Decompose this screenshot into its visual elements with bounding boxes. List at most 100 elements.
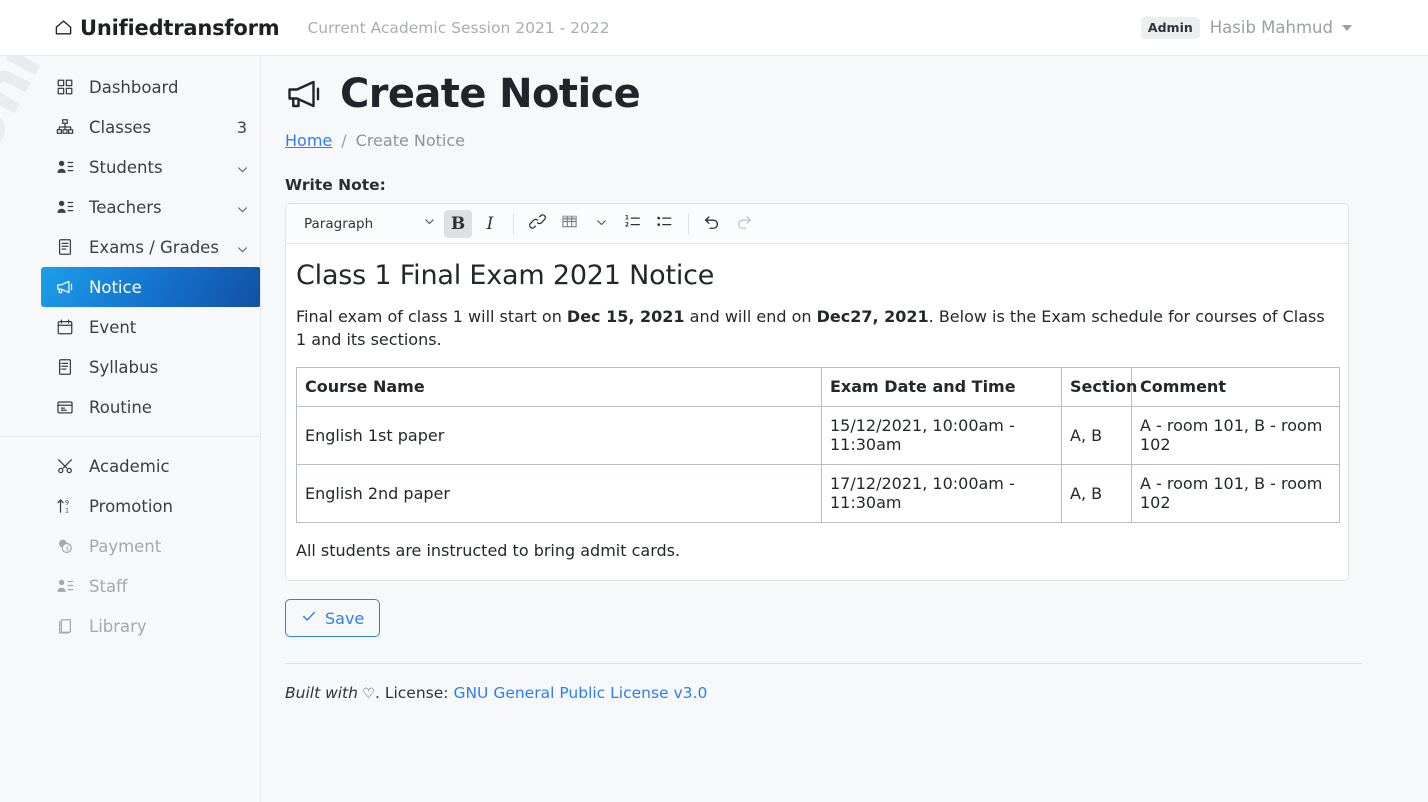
sidebar-item-students[interactable]: Students [41,147,260,187]
sidebar-nav-list: Dashboard Classes 3 Students Teachers Exams /… [0,56,260,646]
undo-icon [703,213,721,234]
sidebar-item-library[interactable]: Library [41,606,260,646]
table-cell: A, B [1061,464,1132,524]
redo-icon [735,213,753,234]
table-header-row: Course Name Exam Date and Time Section Comm… [296,367,1340,408]
coins-icon: $ [55,536,75,556]
sidebar: Unifiedtransform DashboardClasses3Studen… [0,56,261,802]
bold-button[interactable]: B [444,209,472,238]
navbar-right: Admin Hasib Mahmud [1140,16,1352,39]
table-header-cell: Course Name [296,367,822,408]
table-cell: A, B [1061,406,1132,466]
chevron-down-icon [595,214,608,233]
bullet-list-button[interactable] [651,210,679,238]
table-cell: English 1st paper [296,406,822,466]
note-title: Class 1 Final Exam 2021 Notice [296,260,715,291]
megaphone-icon [55,277,75,297]
sidebar-item-classes[interactable]: Classes 3 [41,107,260,147]
list-doc-icon [55,357,75,377]
block-format-label: Paragraph [304,215,374,232]
note-intro-paragraph: Final exam of class 1 will start on Dec … [296,305,1330,351]
sitemap-icon [55,117,75,137]
home-icon [54,18,73,37]
breadcrumb-current: Create Notice [355,131,466,150]
breadcrumb-home-link[interactable]: Home [285,131,332,150]
sidebar-item-staff[interactable]: Staff [41,566,260,606]
ordered-list-icon: 1 2 [624,213,642,234]
main-content: Create Notice Home / Create Notice Write… [261,56,1428,802]
ordered-list-button[interactable]: 1 2 [619,210,647,238]
link-button[interactable] [523,210,551,238]
users-icon [55,197,75,217]
block-format-select[interactable]: Paragraph [294,210,442,238]
link-icon [528,213,546,234]
table-body: English 1st paper 15/12/2021, 10:00am - 1… [296,406,1340,524]
table-row: English 2nd paper 17/12/2021, 10:00am - 1… [296,464,1340,524]
editor-toolbar: Paragraph B I 1 2 [286,204,1348,244]
toolbar-divider [688,212,689,235]
calendar-icon [55,317,75,337]
sidebar-divider [0,436,260,437]
note-start-date: Dec 15, 2021 [566,307,685,326]
write-note-label: Write Note: [285,176,386,194]
user-name-label: Hasib Mahmud [1209,18,1333,37]
heart-icon: ♡ [357,686,375,703]
italic-button[interactable]: I [476,210,504,238]
sidebar-item-dashboard[interactable]: Dashboard [41,67,260,107]
chevron-down-icon[interactable] [236,241,249,254]
sidebar-item-notice[interactable]: Notice [41,267,260,307]
brand-link[interactable]: Unifiedtransform [54,15,280,40]
license-link[interactable]: GNU General Public License v3.0 [453,684,707,702]
table-header-cell: Exam Date and Time [821,367,1062,408]
sidebar-item-label: Classes [89,117,152,137]
table-button[interactable] [555,210,583,238]
user-menu[interactable]: Hasib Mahmud [1210,18,1352,37]
svg-text:$: $ [65,545,69,552]
academic-session-text: Current Academic Session 2021 - 2022 [307,18,610,37]
table-dropdown-button[interactable] [587,210,615,238]
note-intro-part1: Final exam of class 1 will start on [296,307,567,326]
chevron-down-icon [423,215,436,232]
sidebar-item-label: Payment [89,536,162,556]
sidebar-item-label: Routine [89,397,152,417]
svg-text:1: 1 [65,508,69,515]
books-icon [55,616,75,636]
table-header-cell: Comment [1131,367,1340,408]
note-closing-text: All students are instructed to bring adm… [296,541,681,561]
sidebar-item-teachers[interactable]: Teachers [41,187,260,227]
sidebar-item-label: Dashboard [89,77,179,97]
brand-label: Unifiedtransform [80,15,280,40]
undo-button[interactable] [698,210,726,238]
grid-icon [55,77,75,97]
license-prefix: . License: [374,684,454,703]
rich-text-editor: Paragraph B I 1 2 Class 1 Final Exam 202… [285,203,1349,582]
sidebar-item-exams-grades[interactable]: Exams / Grades [41,227,260,267]
table-cell: A - room 101, B - room 102 [1131,406,1340,466]
sidebar-item-label: Promotion [89,496,173,516]
sidebar-item-payment[interactable]: $ Payment [41,526,260,566]
caret-down-icon [1342,24,1352,31]
sidebar-item-academic[interactable]: Academic [41,446,260,486]
sidebar-item-promotion[interactable]: 9 1 Promotion [41,486,260,526]
redo-button[interactable] [730,210,758,238]
exam-schedule-table: Course Name Exam Date and Time Section Comm… [296,367,1340,524]
sidebar-item-label: Notice [89,277,142,297]
sidebar-item-label: Event [89,317,137,337]
sidebar-item-routine[interactable]: Routine [41,387,260,427]
sidebar-item-label: Exams / Grades [89,237,219,257]
sidebar-item-label: Teachers [89,197,162,217]
sidebar-item-event[interactable]: Event [41,307,260,347]
footer-divider [285,663,1362,665]
chevron-down-icon[interactable] [236,201,249,214]
breadcrumb-separator: / [341,131,347,150]
sidebar-item-syllabus[interactable]: Syllabus [41,347,260,387]
note-end-date: Dec27, 2021 [816,307,929,326]
editor-content[interactable]: Class 1 Final Exam 2021 Notice Final exa… [286,244,1348,580]
chevron-down-icon[interactable] [236,161,249,174]
bullet-list-icon [656,213,674,234]
page-header: Create Notice [285,71,1428,117]
save-button[interactable]: Save [285,599,381,638]
table-cell: 15/12/2021, 10:00am - 11:30am [821,406,1062,466]
sidebar-item-label: Staff [89,576,128,596]
footer: Built with ♡. License: GNU General Publi… [285,684,1428,702]
